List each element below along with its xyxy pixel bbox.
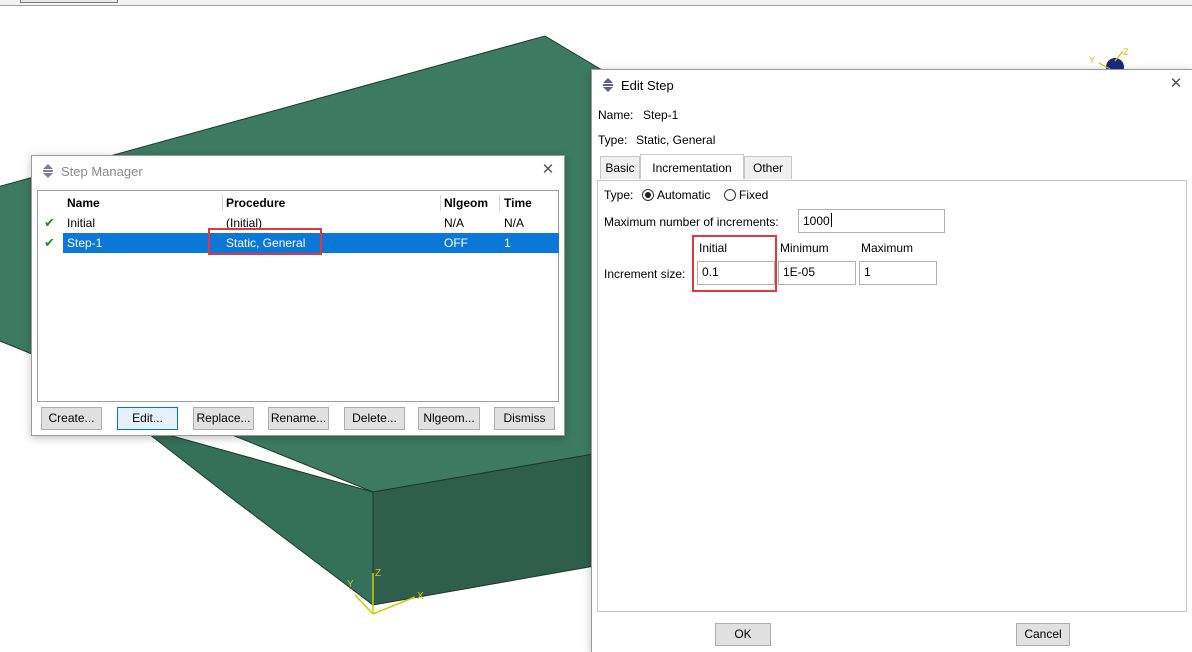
- tab-basic[interactable]: Basic: [600, 156, 640, 179]
- maximum-increment-input[interactable]: 1: [859, 261, 937, 285]
- max-increments-value: 1000: [803, 214, 830, 228]
- triad-x-label: X: [417, 591, 424, 602]
- radio-fixed-label: Fixed: [739, 188, 769, 202]
- corner-y-label: Y: [1089, 55, 1095, 65]
- row-nlgeom: N/A: [444, 216, 465, 230]
- name-value: Step-1: [643, 108, 679, 122]
- radio-selected-icon[interactable]: [642, 189, 654, 201]
- increment-size-label: Increment size:: [604, 267, 686, 281]
- row-procedure: (Initial): [226, 216, 263, 230]
- step-manager-button-bar: Create... Edit... Replace... Rename... D…: [32, 407, 564, 433]
- max-increments-input[interactable]: 1000: [798, 209, 945, 233]
- type-label: Type:: [598, 133, 628, 147]
- initial-increment-input[interactable]: 0.1: [697, 261, 775, 285]
- column-separator: [440, 195, 441, 211]
- maximum-column-label: Maximum: [861, 241, 914, 255]
- abaqus-app-icon: [603, 78, 613, 92]
- edit-step-title: Edit Step: [621, 78, 674, 93]
- row-selection-highlight: [63, 233, 559, 253]
- row-nlgeom: OFF: [444, 236, 468, 250]
- replace-button[interactable]: Replace...: [193, 407, 254, 430]
- minimum-column-label: Minimum: [780, 241, 829, 255]
- edit-step-button-bar: OK Cancel: [592, 618, 1192, 652]
- axis-triad: Z X Y: [347, 568, 424, 615]
- name-label: Name:: [598, 108, 634, 122]
- edit-button[interactable]: Edit...: [117, 407, 178, 430]
- incrementation-panel: Type: Automatic Fixed Maximum number of …: [597, 180, 1187, 612]
- column-separator: [222, 195, 223, 211]
- column-header-procedure[interactable]: Procedure: [226, 196, 285, 210]
- step-manager-dialog: Step Manager ✕ Name Procedure Nlgeom Tim…: [31, 155, 565, 436]
- row-name: Step-1: [67, 236, 103, 250]
- ok-button[interactable]: OK: [715, 623, 771, 646]
- column-header-nlgeom[interactable]: Nlgeom: [444, 196, 488, 210]
- corner-z-label: Z: [1123, 47, 1129, 57]
- row-time: N/A: [504, 216, 525, 230]
- step-manager-titlebar[interactable]: Step Manager ✕: [32, 156, 564, 186]
- increment-type-label: Type:: [604, 188, 634, 202]
- initial-column-label: Initial: [699, 241, 728, 255]
- tab-incrementation[interactable]: Incrementation: [640, 154, 744, 179]
- minimum-increment-input[interactable]: 1E-05: [778, 261, 856, 285]
- table-row-initial[interactable]: ✔ Initial (Initial) N/A N/A: [38, 213, 558, 233]
- check-icon: ✔: [44, 235, 55, 250]
- close-icon[interactable]: ✕: [1166, 74, 1186, 94]
- column-separator: [499, 195, 500, 211]
- dismiss-button[interactable]: Dismiss: [494, 407, 555, 430]
- column-header-name[interactable]: Name: [67, 196, 100, 210]
- close-icon[interactable]: ✕: [538, 160, 558, 180]
- table-header-row: Name Procedure Nlgeom Time: [38, 193, 558, 213]
- top-toolbar-strip: [0, 0, 1192, 6]
- rename-button[interactable]: Rename...: [268, 407, 329, 430]
- radio-automatic[interactable]: Automatic: [642, 188, 710, 202]
- triad-y-label: Y: [347, 579, 354, 590]
- edit-step-dialog: Edit Step ✕ Name: Step-1 Type: Static, G…: [591, 69, 1192, 652]
- abaqus-app-icon: [43, 164, 53, 178]
- radio-unselected-icon[interactable]: [724, 189, 736, 201]
- step-list-table[interactable]: Name Procedure Nlgeom Time ✔ Initial (In…: [37, 190, 559, 402]
- triad-z-label: Z: [375, 568, 381, 579]
- radio-automatic-label: Automatic: [657, 188, 711, 202]
- row-time: 1: [504, 236, 511, 250]
- delete-button[interactable]: Delete...: [344, 407, 405, 430]
- type-value: Static, General: [636, 133, 716, 147]
- row-procedure: Static, General: [226, 236, 306, 250]
- tab-other[interactable]: Other: [744, 156, 792, 179]
- toolbar-tab[interactable]: [20, 0, 118, 3]
- create-button[interactable]: Create...: [41, 407, 102, 430]
- radio-fixed[interactable]: Fixed: [724, 188, 768, 202]
- edit-step-titlebar[interactable]: Edit Step ✕: [592, 70, 1192, 100]
- check-icon: ✔: [44, 215, 55, 230]
- table-row-step-1[interactable]: ✔ Step-1 Static, General OFF 1: [38, 233, 559, 253]
- text-cursor: [830, 213, 832, 227]
- nlgeom-button[interactable]: Nlgeom...: [418, 407, 480, 430]
- step-manager-title: Step Manager: [61, 164, 143, 179]
- cancel-button[interactable]: Cancel: [1016, 623, 1070, 646]
- max-increments-label: Maximum number of increments:: [604, 215, 779, 229]
- column-header-time[interactable]: Time: [504, 196, 532, 210]
- row-name: Initial: [67, 216, 96, 230]
